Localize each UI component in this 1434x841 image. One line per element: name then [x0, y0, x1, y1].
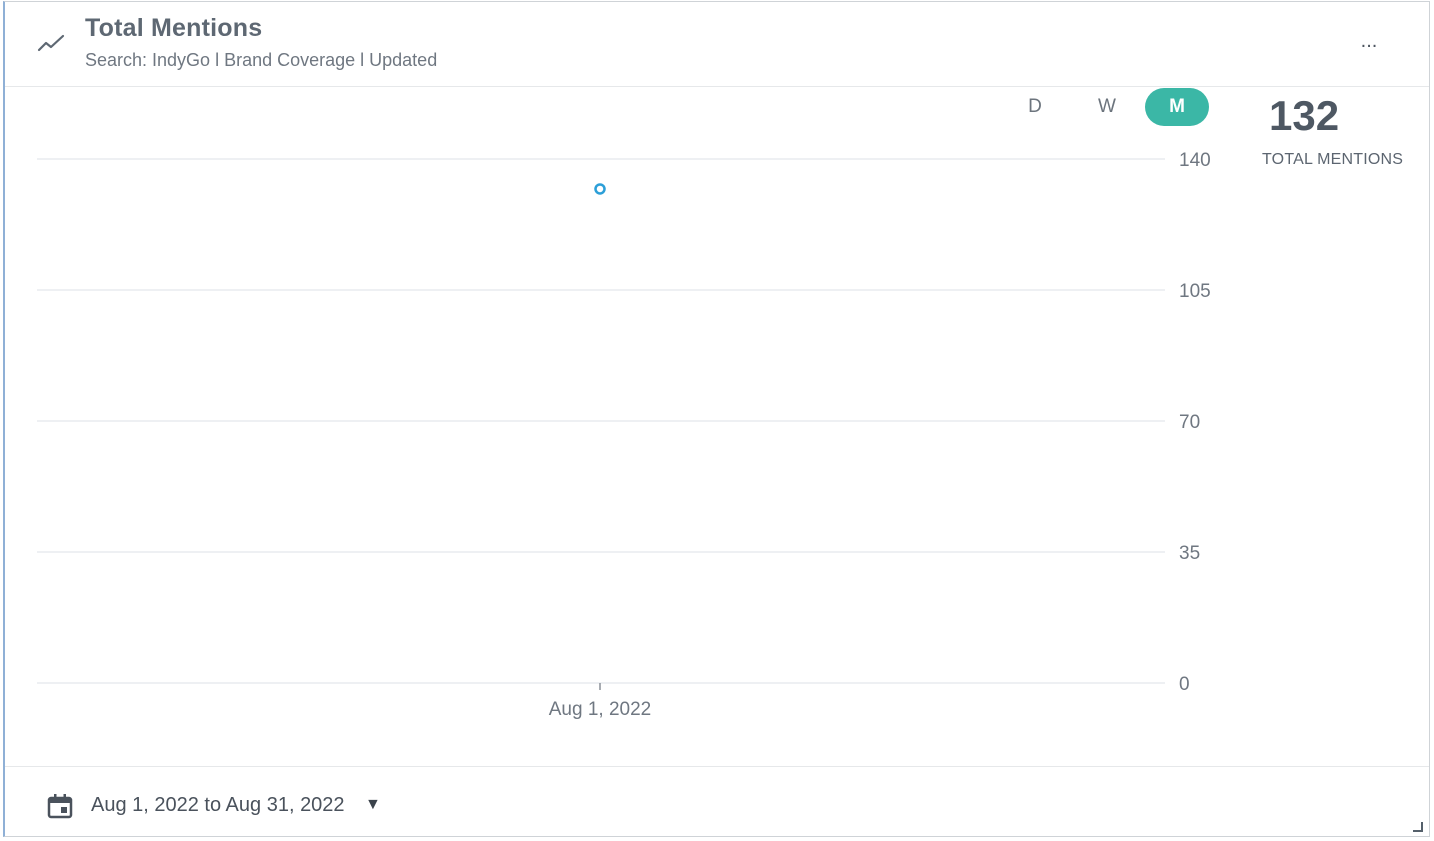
more-options-button[interactable]: ... [1355, 28, 1383, 54]
y-tick-label: 35 [1179, 543, 1200, 564]
y-tick-label: 70 [1179, 412, 1200, 433]
total-mentions-value: 132 [1269, 92, 1340, 139]
date-range-selector[interactable]: Aug 1, 2022 to Aug 31, 2022 [91, 794, 345, 817]
y-tick-label: 105 [1179, 281, 1211, 302]
calendar-icon [47, 794, 73, 819]
resize-handle-icon[interactable] [1413, 822, 1423, 832]
date-range-dropdown-icon[interactable]: ▼ [365, 796, 381, 814]
total-mentions-label: TOTAL MENTIONS [1262, 151, 1404, 168]
x-tick-label: Aug 1, 2022 [549, 699, 651, 720]
mentions-chart: 0 35 70 105 140 Aug 1, 2022 [37, 150, 1211, 720]
y-tick-label: 140 [1179, 150, 1211, 171]
widget-footer: Aug 1, 2022 to Aug 31, 2022 ▼ [5, 766, 1429, 837]
y-tick-label: 0 [1179, 674, 1190, 695]
data-point[interactable] [594, 183, 606, 195]
total-mentions-widget: Total Mentions Search: IndyGo l Brand Co… [3, 1, 1430, 837]
